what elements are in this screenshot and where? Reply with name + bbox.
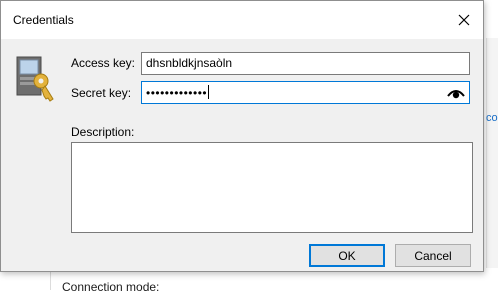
dialog-titlebar: Credentials (1, 1, 483, 39)
secret-key-input[interactable]: ••••••••••••• (141, 81, 470, 104)
ok-button[interactable]: OK (309, 244, 385, 267)
description-textarea[interactable] (71, 142, 473, 233)
secret-key-label: Secret key: (71, 86, 132, 100)
close-icon (458, 14, 470, 26)
dialog-title: Credentials (13, 13, 74, 27)
background-link-fragment: co (486, 112, 498, 124)
cancel-button[interactable]: Cancel (395, 244, 471, 267)
description-label: Description: (71, 125, 135, 139)
access-key-label: Access key: (71, 56, 136, 70)
text-caret (208, 85, 210, 99)
background-divider (50, 270, 51, 290)
access-key-value: dhsnbldkjnsaòln (146, 56, 233, 70)
credentials-dialog: Credentials Access key: dhsnbldkjnsaòln … (0, 0, 484, 272)
background-connection-mode-label: Connection mode: (62, 280, 160, 294)
background-panel-edge (486, 38, 498, 268)
access-key-input[interactable]: dhsnbldkjnsaòln (141, 52, 470, 75)
secret-key-masked-value: ••••••••••••• (146, 86, 208, 100)
close-button[interactable] (451, 7, 477, 33)
eye-icon[interactable] (447, 86, 465, 100)
credentials-key-icon (16, 56, 54, 102)
